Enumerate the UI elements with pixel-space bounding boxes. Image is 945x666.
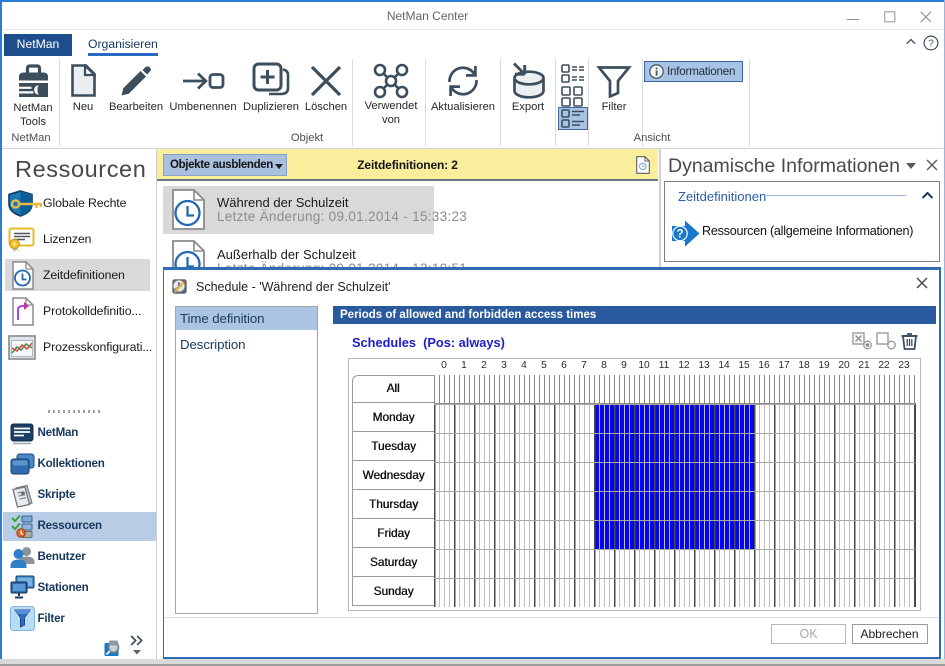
svg-text:?: ?: [928, 38, 934, 49]
svg-text:?: ?: [676, 229, 683, 241]
